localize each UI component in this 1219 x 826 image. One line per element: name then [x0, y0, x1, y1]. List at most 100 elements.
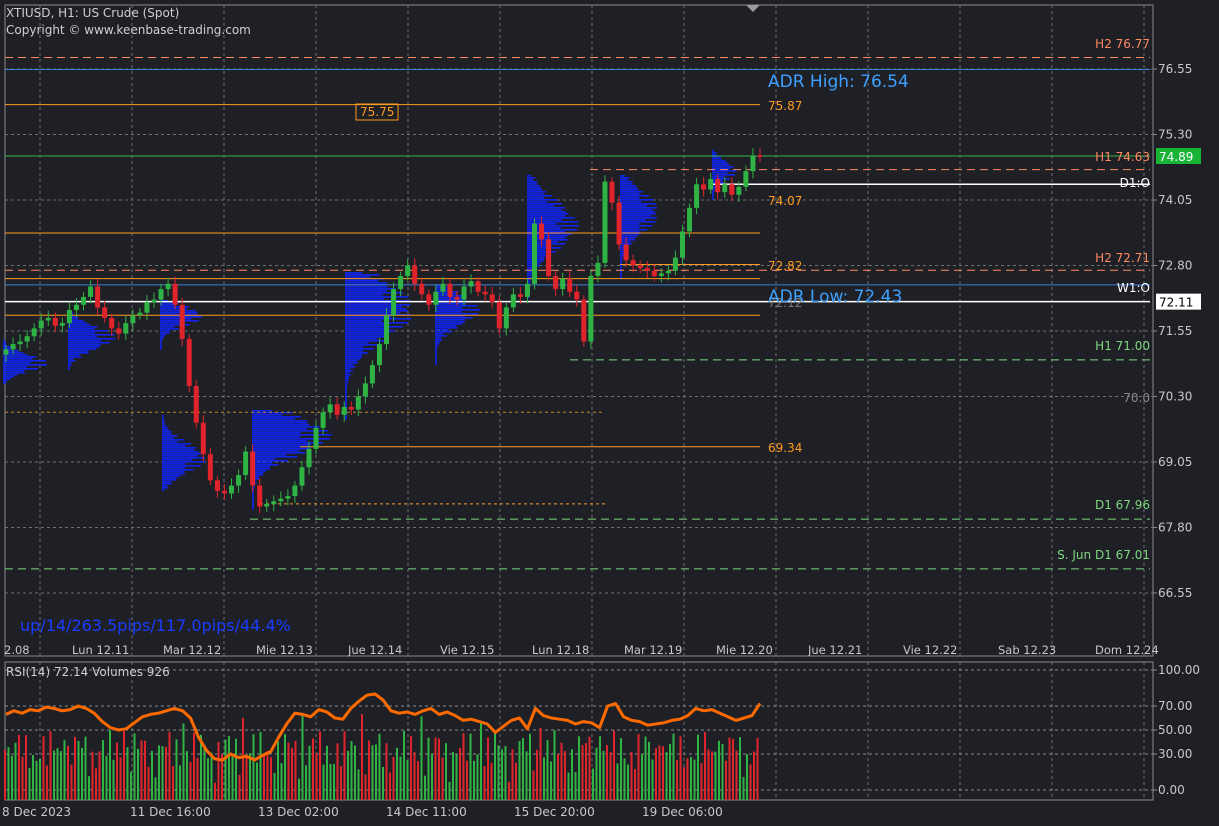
volume-profile [345, 298, 385, 300]
current-price-label: 74.89 [1159, 150, 1193, 164]
volume-bar [683, 767, 685, 800]
volume-profile [712, 198, 714, 200]
volume-bar [746, 754, 748, 800]
volume-bar [651, 759, 654, 800]
volume-profile [345, 362, 358, 364]
volume-bar [25, 735, 27, 800]
volume-profile [345, 344, 380, 346]
rsi-tick-label: 50.00 [1158, 723, 1192, 737]
volume-bar [557, 753, 559, 800]
candle-body [694, 184, 700, 208]
volume-bar [721, 744, 724, 800]
volume-profile [345, 350, 364, 352]
volume-bar [441, 757, 444, 800]
volume-profile [252, 436, 300, 438]
candle-body [588, 275, 594, 342]
volume-profile [435, 347, 438, 349]
h1-high-label: H1 74.63 [1095, 150, 1150, 164]
volume-profile [252, 502, 254, 504]
volume-bar [676, 759, 678, 800]
volume-profile [620, 253, 624, 255]
volume-profile [68, 358, 74, 360]
candle-body [539, 223, 545, 240]
volume-profile [435, 353, 437, 355]
candle-body [243, 451, 249, 476]
volume-bar [693, 759, 696, 800]
volume-bar [168, 731, 171, 800]
volume-profile [345, 290, 387, 292]
volume-profile [435, 361, 437, 363]
volume-bar [707, 749, 710, 800]
volume-bar [105, 755, 108, 800]
volume-bar [147, 766, 150, 800]
volume-bar [273, 773, 276, 800]
volume-bar [529, 733, 531, 800]
volume-bar [459, 747, 461, 800]
candle-body [736, 186, 742, 195]
candle-body [81, 296, 87, 305]
volume-profile [435, 291, 458, 293]
volume-profile [252, 454, 287, 456]
volume-bar [119, 757, 122, 800]
volume-bar [56, 748, 59, 800]
volume-bar [669, 743, 671, 800]
volume-profile [162, 419, 164, 421]
adr-low-label: ADR Low: 72.43 [768, 287, 903, 307]
price-tick-label: 66.55 [1158, 586, 1192, 600]
volume-bar [711, 751, 713, 800]
candle-body [376, 344, 382, 366]
volume-bar [578, 736, 580, 800]
volume-profile [162, 475, 181, 477]
volume-profile [712, 162, 728, 164]
volume-profile [252, 428, 307, 430]
volume-bar [476, 754, 479, 800]
volume-profile [345, 386, 347, 388]
volume-profile [162, 441, 178, 443]
volume-profile [620, 241, 631, 243]
volume-profile [162, 431, 172, 433]
volume-profile [712, 158, 722, 160]
volume-bar [172, 766, 174, 800]
volume-bar [357, 769, 360, 800]
volume-profile [435, 305, 478, 307]
chart-canvas[interactable]: H2 76.77 75.87 75.75 H1 74.63 D1:O 74.07 72.82… [0, 0, 1219, 826]
volume-profile [68, 338, 116, 340]
volume-profile [435, 351, 437, 353]
volume-profile [435, 321, 465, 323]
volume-profile [435, 355, 437, 357]
volume-profile [527, 189, 543, 191]
volume-bar [175, 739, 178, 800]
volume-profile [620, 193, 640, 195]
candle-body [609, 181, 615, 203]
volume-profile [162, 417, 164, 419]
volume-profile [620, 265, 622, 267]
volume-bar [718, 740, 720, 800]
volume-bar [389, 772, 391, 800]
volume-bar [620, 738, 622, 800]
volume-bar [595, 747, 598, 800]
time-axis-label: Lun 12.18 [532, 643, 589, 657]
time-axis-label: Vie 12.15 [440, 643, 494, 657]
volume-profile [620, 195, 649, 197]
volume-profile [712, 160, 726, 162]
volume-bar [550, 761, 552, 800]
volume-profile [345, 276, 370, 278]
volume-profile [345, 304, 411, 306]
volume-bar [627, 764, 629, 800]
volume-bar [553, 730, 556, 800]
volume-profile [162, 477, 178, 479]
candle-body [341, 406, 347, 415]
volume-bar [452, 751, 454, 800]
volume-profile [345, 360, 358, 362]
symbol-title: XTIUSD, H1: US Crude (Spot) [6, 6, 180, 20]
volume-bar [70, 764, 73, 800]
volume-profile [620, 201, 642, 203]
candle-body [95, 286, 101, 308]
volume-profile [162, 467, 186, 469]
volume-bar [333, 764, 335, 800]
candle-body [701, 184, 707, 190]
volume-profile [345, 394, 347, 396]
volume-profile [620, 203, 657, 205]
volume-bar [7, 747, 10, 800]
shift-marker [746, 5, 760, 12]
